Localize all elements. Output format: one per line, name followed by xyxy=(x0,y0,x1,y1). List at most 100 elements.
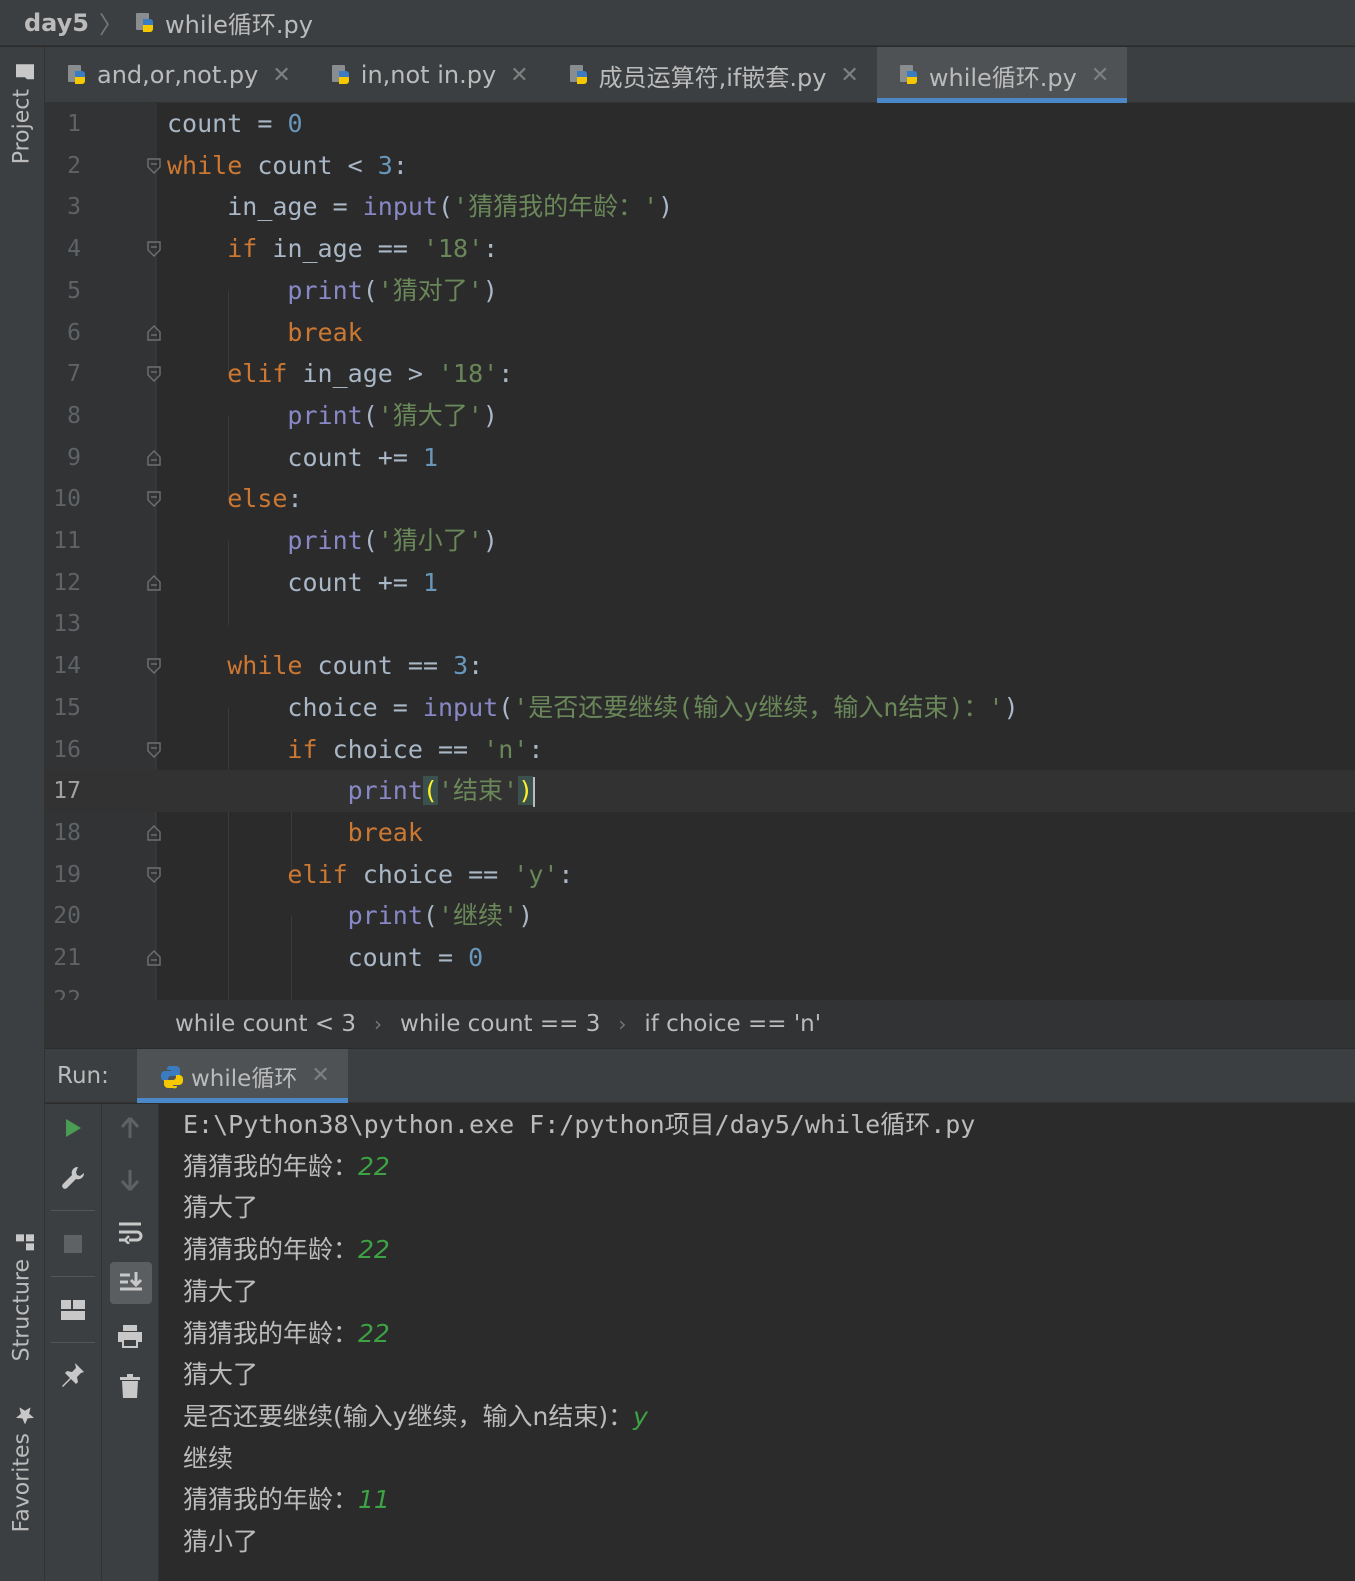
close-icon[interactable]: ✕ xyxy=(510,63,528,88)
code-text: while count == 3: xyxy=(227,651,484,680)
project-tool-tab[interactable]: Project xyxy=(8,63,36,164)
tab-member-operators[interactable]: 成员运算符,if嵌套.py ✕ xyxy=(547,47,877,103)
code-line[interactable]: 15 choice = input('是否还要继续(输入y继续，输入n结束)：'… xyxy=(45,687,1355,729)
arrow-up-icon[interactable] xyxy=(114,1112,146,1144)
run-icon[interactable] xyxy=(57,1112,89,1144)
code-line[interactable]: 18 break xyxy=(45,812,1355,854)
console-output-line: 猜大了 xyxy=(183,1354,258,1396)
code-editor[interactable]: 1 count = 0 2 while count < 3: 3 in_age = in… xyxy=(45,103,1355,1000)
code-text: break xyxy=(347,818,423,847)
scroll-to-end-icon[interactable] xyxy=(110,1262,152,1304)
code-line[interactable]: 8 print('猜大了') xyxy=(45,395,1355,437)
breadcrumb-separator: 〉 xyxy=(98,11,123,39)
print-icon[interactable] xyxy=(114,1320,146,1352)
run-tab-while-loop[interactable]: while循环 ✕ xyxy=(137,1048,348,1103)
code-text: in_age = input('猜猜我的年龄：') xyxy=(227,192,674,221)
code-line[interactable]: 5 print('猜对了') xyxy=(45,270,1355,312)
fold-collapse-icon[interactable] xyxy=(146,158,162,174)
stop-icon[interactable] xyxy=(57,1228,89,1260)
fold-collapse-icon[interactable] xyxy=(146,366,162,382)
fold-collapse-icon[interactable] xyxy=(146,658,162,674)
fold-collapse-icon[interactable] xyxy=(146,241,162,257)
line-number: 14 xyxy=(53,653,81,679)
tab-label: while循环.py xyxy=(928,63,1077,92)
wrench-icon[interactable] xyxy=(57,1162,89,1194)
tab-while-loop[interactable]: while循环.py ✕ xyxy=(876,47,1128,103)
line-number: 18 xyxy=(53,820,81,846)
code-text: print('猜对了') xyxy=(287,276,498,305)
arrow-down-icon[interactable] xyxy=(114,1164,146,1196)
console-user-input: 22 xyxy=(358,1318,390,1348)
star-icon xyxy=(12,1407,34,1425)
fold-end-icon[interactable] xyxy=(146,575,162,591)
close-icon[interactable]: ✕ xyxy=(272,63,290,88)
soft-wrap-icon[interactable] xyxy=(114,1216,146,1248)
structure-tool-tab[interactable]: Structure xyxy=(8,1233,36,1361)
breadcrumb-file[interactable]: while循环.py xyxy=(165,5,313,40)
favorites-tab-label: Favorites xyxy=(9,1433,35,1533)
console-command-line: E:\Python38\python.exe F:/python项目/day5/… xyxy=(183,1104,975,1146)
tab-and-or-not[interactable]: and,or,not.py ✕ xyxy=(45,47,309,103)
code-text: elif choice == 'y': xyxy=(287,860,574,889)
code-line[interactable]: 7 elif in_age > '18': xyxy=(45,353,1355,395)
crumb-while-count-eq-3[interactable]: while count == 3 xyxy=(400,1011,600,1037)
project-tab-label: Project xyxy=(9,89,35,165)
crumb-if-choice-n[interactable]: if choice == 'n' xyxy=(644,1011,821,1037)
code-line[interactable]: 17 print('结束') xyxy=(45,770,1355,812)
code-line[interactable]: 6 break xyxy=(45,312,1355,354)
close-icon[interactable]: ✕ xyxy=(840,63,858,88)
code-line[interactable]: 11 print('猜小了') xyxy=(45,520,1355,562)
run-toolbar-primary xyxy=(45,1104,102,1581)
code-line[interactable]: 14 while count == 3: xyxy=(45,645,1355,687)
console-text: 继续 xyxy=(183,1443,234,1473)
code-text: print('继续') xyxy=(347,901,534,930)
code-line[interactable]: 19 elif choice == 'y': xyxy=(45,854,1355,896)
fold-end-icon[interactable] xyxy=(146,825,162,841)
code-line[interactable]: 12 count += 1 xyxy=(45,562,1355,604)
fold-collapse-icon[interactable] xyxy=(146,867,162,883)
python-icon xyxy=(159,1064,183,1088)
close-icon[interactable]: ✕ xyxy=(1091,63,1109,88)
fold-end-icon[interactable] xyxy=(146,950,162,966)
code-line[interactable]: 3 in_age = input('猜猜我的年龄：') xyxy=(45,186,1355,228)
fold-end-icon[interactable] xyxy=(146,325,162,341)
text-caret xyxy=(533,777,536,807)
code-line[interactable]: 9 count += 1 xyxy=(45,437,1355,479)
crumb-while-count-lt-3[interactable]: while count < 3 xyxy=(175,1011,356,1037)
tab-in-not-in[interactable]: in,not in.py ✕ xyxy=(309,47,547,103)
code-text: else: xyxy=(227,484,303,513)
trash-icon[interactable] xyxy=(114,1370,146,1402)
code-line[interactable]: 16 if choice == 'n': xyxy=(45,729,1355,771)
code-line[interactable]: 10 else: xyxy=(45,478,1355,520)
line-number: 12 xyxy=(53,570,81,596)
code-line[interactable]: 2 while count < 3: xyxy=(45,145,1355,187)
line-number: 13 xyxy=(53,611,81,637)
run-console-output[interactable]: E:\Python38\python.exe F:/python项目/day5/… xyxy=(159,1104,1355,1581)
line-number: 8 xyxy=(67,403,81,429)
code-line[interactable]: 22 xyxy=(45,979,1355,1000)
fold-end-icon[interactable] xyxy=(146,450,162,466)
pin-icon[interactable] xyxy=(57,1358,89,1390)
console-user-input: 11 xyxy=(358,1485,390,1515)
run-label: Run: xyxy=(57,1062,109,1089)
fold-collapse-icon[interactable] xyxy=(146,742,162,758)
breadcrumb-project[interactable]: day5 xyxy=(24,9,89,37)
fold-collapse-icon[interactable] xyxy=(146,491,162,507)
code-text: if in_age == '18': xyxy=(227,234,499,263)
chevron-right-icon: › xyxy=(374,1012,383,1036)
code-line[interactable]: 1 count = 0 xyxy=(45,103,1355,145)
code-line[interactable]: 4 if in_age == '18': xyxy=(45,228,1355,270)
layout-icon[interactable] xyxy=(57,1294,89,1326)
code-line[interactable]: 21 count = 0 xyxy=(45,937,1355,979)
code-text: print('猜小了') xyxy=(287,526,498,555)
console-text: 猜大了 xyxy=(183,1360,259,1390)
structure-icon xyxy=(12,1233,34,1251)
code-line[interactable]: 20 print('继续') xyxy=(45,895,1355,937)
code-line[interactable]: 13 xyxy=(45,603,1355,645)
python-file-icon xyxy=(567,63,591,87)
favorites-tool-tab[interactable]: Favorites xyxy=(8,1407,36,1532)
chevron-right-icon: › xyxy=(618,1012,627,1036)
line-number: 6 xyxy=(67,320,81,346)
code-text: count = 0 xyxy=(347,943,484,972)
close-icon[interactable]: ✕ xyxy=(311,1063,329,1088)
